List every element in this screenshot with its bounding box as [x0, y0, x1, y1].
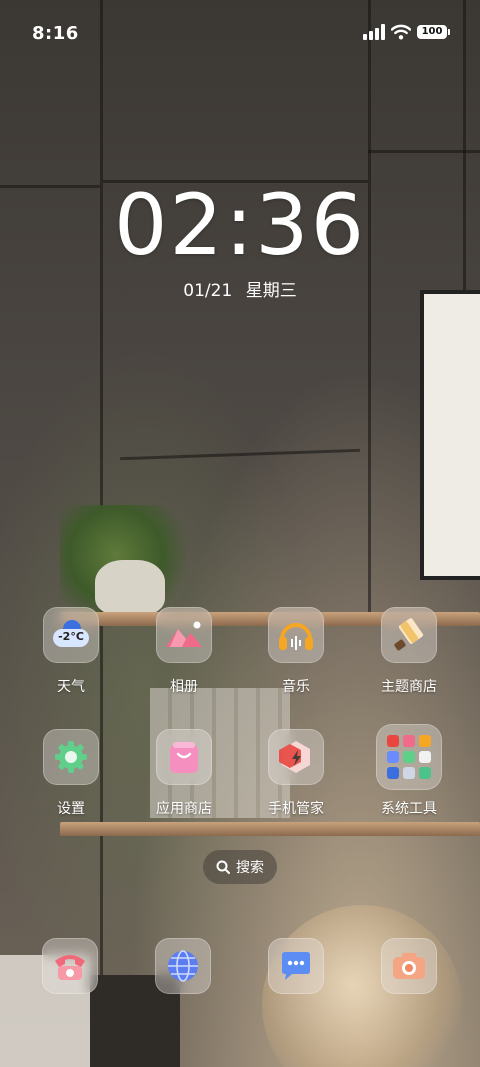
wallpaper	[0, 0, 480, 1067]
wifi-icon	[391, 24, 411, 40]
app-gallery[interactable]: 相册	[134, 607, 234, 696]
app-themes[interactable]: 主题商店	[359, 607, 459, 696]
app-music[interactable]: 音乐	[246, 607, 346, 696]
weather-icon: -2°C	[43, 607, 99, 663]
date-text: 01/21	[183, 281, 233, 301]
app-label: 系统工具	[381, 801, 437, 817]
app-label: 天气	[57, 679, 85, 695]
battery-icon: 100	[417, 25, 450, 39]
app-label: 手机管家	[268, 801, 324, 817]
app-label: 应用商店	[156, 801, 212, 817]
app-label: 音乐	[282, 679, 310, 695]
app-label: 主题商店	[381, 679, 437, 695]
clock-widget-time[interactable]: 02:36	[0, 176, 480, 274]
app-app-store[interactable]: 应用商店	[134, 729, 234, 818]
status-icons: 100	[363, 24, 450, 40]
settings-icon	[43, 729, 99, 785]
app-security[interactable]: 手机管家	[246, 729, 346, 818]
dock-phone[interactable]	[42, 938, 98, 994]
app-system-tools-folder[interactable]: 系统工具	[359, 724, 459, 818]
app-store-icon	[156, 729, 212, 785]
weather-temp: -2°C	[58, 630, 84, 643]
dock-camera[interactable]	[381, 938, 437, 994]
app-weather[interactable]: -2°C 天气	[21, 607, 121, 696]
folder-icon	[376, 724, 442, 790]
search-button[interactable]: 搜索	[203, 850, 277, 884]
status-time: 8:16	[32, 23, 79, 44]
battery-level: 100	[417, 25, 447, 39]
app-label: 设置	[57, 801, 85, 817]
browser-icon	[155, 938, 211, 994]
dock-browser[interactable]	[155, 938, 211, 994]
search-label: 搜索	[236, 860, 264, 876]
music-icon	[268, 607, 324, 663]
camera-icon	[381, 938, 437, 994]
signal-icon	[363, 24, 385, 40]
app-label: 相册	[170, 679, 198, 695]
messages-icon	[268, 938, 324, 994]
gallery-icon	[156, 607, 212, 663]
phone-icon	[42, 938, 98, 994]
status-bar: 8:16 100	[0, 0, 480, 68]
dock-messages[interactable]	[268, 938, 324, 994]
search-icon	[216, 860, 230, 874]
app-settings[interactable]: 设置	[21, 729, 121, 818]
security-icon	[268, 729, 324, 785]
weekday-text: 星期三	[245, 281, 297, 301]
clock-widget-date[interactable]: 01/21 星期三	[0, 276, 480, 301]
themes-icon	[381, 607, 437, 663]
